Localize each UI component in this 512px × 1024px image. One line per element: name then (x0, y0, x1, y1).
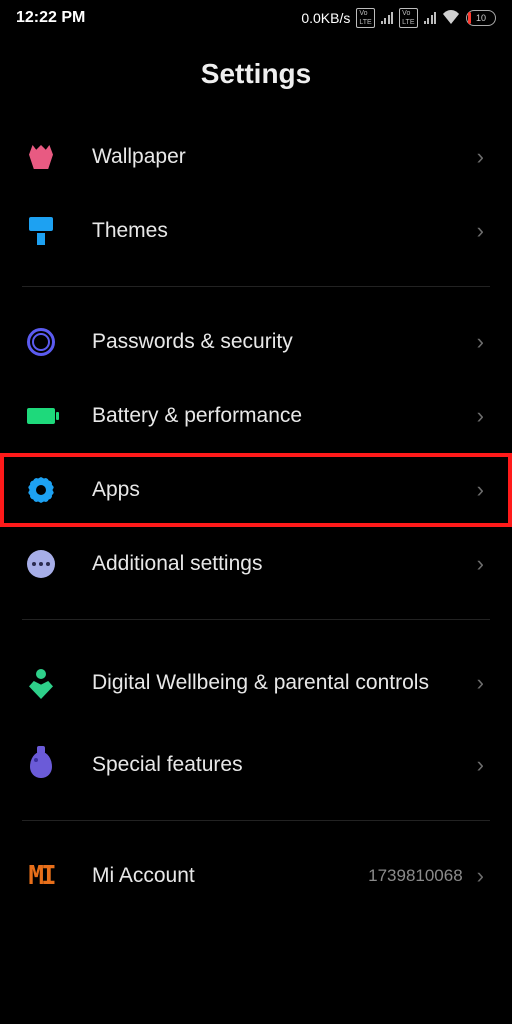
item-label: Battery & performance (92, 403, 477, 429)
item-label: Additional settings (92, 551, 477, 577)
brush-icon (24, 214, 58, 248)
item-label: Wallpaper (92, 144, 477, 170)
fingerprint-icon (24, 325, 58, 359)
item-side-value: 1739810068 (368, 866, 463, 886)
chevron-right-icon: › (477, 551, 484, 577)
item-label: Mi Account (92, 863, 368, 889)
clock: 12:22 PM (16, 9, 85, 27)
flask-icon (24, 748, 58, 782)
settings-item-mi-account[interactable]: MI Mi Account 1739810068 › (0, 839, 512, 913)
item-label: Digital Wellbeing & parental controls (92, 670, 477, 696)
tulip-icon (24, 140, 58, 174)
item-label: Apps (92, 477, 477, 503)
status-bar: 12:22 PM 0.0KB/s VoLTE VoLTE 10 (0, 0, 512, 36)
settings-item-wallpaper[interactable]: Wallpaper › (0, 120, 512, 194)
chevron-right-icon: › (477, 218, 484, 244)
item-label: Themes (92, 218, 477, 244)
signal-2-icon (424, 12, 437, 24)
settings-item-battery-performance[interactable]: Battery & performance › (0, 379, 512, 453)
mi-icon: MI (24, 859, 58, 893)
page-title: Settings (0, 58, 512, 90)
divider (22, 619, 490, 620)
settings-item-apps[interactable]: Apps › (0, 453, 512, 527)
divider (22, 820, 490, 821)
status-right: 0.0KB/s VoLTE VoLTE 10 (301, 8, 496, 28)
chevron-right-icon: › (477, 670, 484, 696)
signal-1-icon (381, 12, 394, 24)
settings-item-passwords-security[interactable]: Passwords & security › (0, 305, 512, 379)
battery-indicator: 10 (466, 10, 496, 26)
wellbeing-icon (24, 666, 58, 700)
net-speed: 0.0KB/s (301, 10, 350, 26)
volte-badge-1: VoLTE (356, 8, 374, 28)
battery-icon (24, 399, 58, 433)
settings-item-digital-wellbeing[interactable]: Digital Wellbeing & parental controls › (0, 638, 512, 728)
divider (22, 286, 490, 287)
chevron-right-icon: › (477, 863, 484, 889)
wifi-icon (442, 10, 460, 27)
settings-item-themes[interactable]: Themes › (0, 194, 512, 268)
chevron-right-icon: › (477, 752, 484, 778)
settings-item-additional-settings[interactable]: Additional settings › (0, 527, 512, 601)
volte-badge-2: VoLTE (399, 8, 417, 28)
chevron-right-icon: › (477, 477, 484, 503)
item-label: Passwords & security (92, 329, 477, 355)
dots-icon (24, 547, 58, 581)
chevron-right-icon: › (477, 144, 484, 170)
settings-item-special-features[interactable]: Special features › (0, 728, 512, 802)
chevron-right-icon: › (477, 329, 484, 355)
chevron-right-icon: › (477, 403, 484, 429)
gear-icon (24, 473, 58, 507)
item-label: Special features (92, 752, 477, 778)
